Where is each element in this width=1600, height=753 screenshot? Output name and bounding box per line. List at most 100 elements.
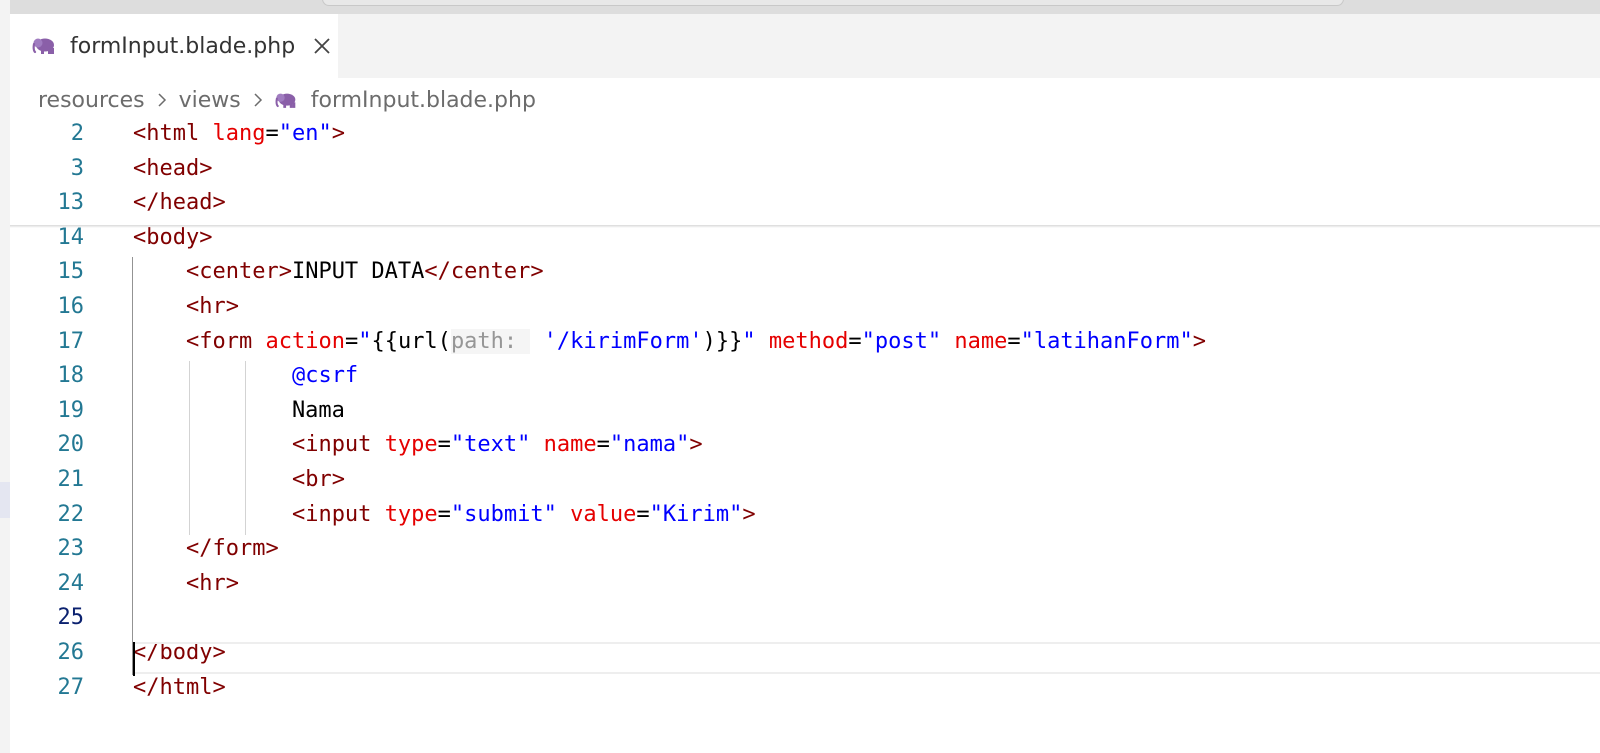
code-token: > bbox=[689, 432, 703, 458]
text-cursor bbox=[133, 642, 135, 676]
code-token: </html> bbox=[133, 674, 226, 700]
current-line-highlight bbox=[133, 642, 1600, 674]
line-number: 18 bbox=[57, 363, 85, 389]
code-line[interactable]: 22 <input type="submit" value="Kirim"> bbox=[10, 498, 1600, 533]
code-token: name bbox=[543, 432, 597, 458]
breadcrumb-item-views[interactable]: views bbox=[179, 88, 241, 113]
indent-guide bbox=[245, 361, 246, 535]
line-text: <form action="{{url(path: '/kirimForm')}… bbox=[133, 325, 1206, 360]
close-icon[interactable] bbox=[313, 37, 331, 55]
line-text: <input type="submit" value="Kirim"> bbox=[133, 498, 756, 533]
code-token: "post" bbox=[861, 328, 942, 354]
code-token: </head> bbox=[133, 190, 226, 216]
code-lines[interactable]: 2 <html lang="en"> 3 <head> 13 </head> 14 <body… bbox=[10, 117, 1600, 705]
code-token: value bbox=[570, 501, 637, 527]
code-line[interactable]: 18 @csrf bbox=[10, 359, 1600, 394]
code-token: @csrf bbox=[291, 363, 359, 389]
php-elephant-icon bbox=[32, 38, 54, 54]
code-token: = bbox=[848, 328, 862, 354]
code-token: = bbox=[437, 501, 451, 527]
line-number: 17 bbox=[57, 328, 85, 354]
code-token: Nama bbox=[133, 397, 345, 423]
line-text: </head> bbox=[133, 186, 226, 221]
line-text: </html> bbox=[133, 671, 226, 706]
line-text: <input type="text" name="nama"> bbox=[133, 428, 703, 463]
line-text: Nama bbox=[133, 394, 345, 429]
php-elephant-icon bbox=[275, 93, 296, 108]
code-line[interactable]: 27 </html> bbox=[10, 671, 1600, 706]
code-editor[interactable]: resources views formInput.blade.php 2 <ht… bbox=[10, 78, 1600, 753]
code-token: <html bbox=[133, 121, 200, 146]
code-token: <input bbox=[291, 501, 372, 527]
code-line[interactable]: 2 <html lang="en"> bbox=[10, 117, 1600, 152]
code-token: </center> bbox=[424, 259, 544, 285]
line-number: 21 bbox=[57, 466, 85, 492]
code-token: "nama" bbox=[609, 432, 690, 458]
code-line[interactable]: 20 <input type="text" name="nama"> bbox=[10, 428, 1600, 463]
code-token: "submit" bbox=[450, 501, 557, 527]
breadcrumb-item-file[interactable]: formInput.blade.php bbox=[311, 88, 536, 113]
line-number: 19 bbox=[57, 397, 85, 423]
code-token: "en" bbox=[278, 121, 332, 146]
code-line[interactable]: 19 Nama bbox=[10, 394, 1600, 429]
code-token: action bbox=[265, 328, 345, 354]
chevron-right-icon bbox=[254, 93, 262, 107]
indent-guide bbox=[189, 361, 190, 535]
code-line[interactable]: 23 </form> bbox=[10, 532, 1600, 567]
chevron-right-icon bbox=[158, 93, 166, 107]
code-token: = bbox=[1007, 328, 1021, 354]
line-number: 26 bbox=[57, 639, 85, 665]
code-token: <center> bbox=[185, 259, 292, 285]
line-number: 24 bbox=[57, 570, 85, 596]
code-token: <br> bbox=[291, 466, 345, 492]
code-token: method bbox=[768, 328, 849, 354]
code-line[interactable]: 25 bbox=[10, 601, 1600, 636]
indent-guide bbox=[132, 257, 133, 675]
code-token: > bbox=[742, 501, 756, 527]
code-line[interactable]: 15 <center>INPUT DATA</center> bbox=[10, 255, 1600, 290]
line-number: 27 bbox=[57, 674, 85, 700]
line-number: 13 bbox=[57, 190, 85, 216]
code-token: '/kirimForm' bbox=[543, 328, 703, 354]
code-token: type bbox=[384, 501, 438, 527]
code-token: = bbox=[265, 121, 279, 146]
line-text: <hr> bbox=[133, 290, 239, 325]
line-number: 23 bbox=[57, 536, 85, 562]
breadcrumb: resources views formInput.blade.php bbox=[38, 82, 536, 118]
line-text: <head> bbox=[133, 152, 212, 187]
code-line[interactable]: 17 <form action="{{url(path: '/kirimForm… bbox=[10, 325, 1600, 360]
code-token: </form> bbox=[185, 536, 279, 562]
code-token: " bbox=[358, 328, 372, 354]
code-token: <head> bbox=[133, 155, 213, 181]
code-token: "text" bbox=[450, 432, 531, 458]
code-token: = bbox=[344, 328, 359, 354]
breadcrumb-item-resources[interactable]: resources bbox=[38, 88, 145, 113]
line-text: <html lang="en"> bbox=[133, 117, 345, 152]
command-center[interactable] bbox=[322, 0, 1344, 6]
code-line[interactable]: 24 <hr> bbox=[10, 567, 1600, 602]
code-line[interactable]: 13 </head> bbox=[10, 186, 1600, 221]
code-line[interactable]: 3 <head> bbox=[10, 152, 1600, 187]
line-text: </form> bbox=[133, 532, 279, 567]
tab-forminput-blade[interactable]: formInput.blade.php bbox=[10, 14, 338, 78]
line-number: 25 bbox=[57, 605, 85, 631]
code-token: > bbox=[331, 121, 345, 146]
line-text: <center>INPUT DATA</center> bbox=[133, 255, 544, 290]
code-line[interactable]: 21 <br> bbox=[10, 463, 1600, 498]
line-text: <hr> bbox=[133, 567, 239, 602]
code-token: > bbox=[1192, 328, 1207, 354]
code-line[interactable]: 16 <hr> bbox=[10, 290, 1600, 325]
code-token: = bbox=[437, 432, 451, 458]
code-token: <input bbox=[291, 432, 372, 458]
